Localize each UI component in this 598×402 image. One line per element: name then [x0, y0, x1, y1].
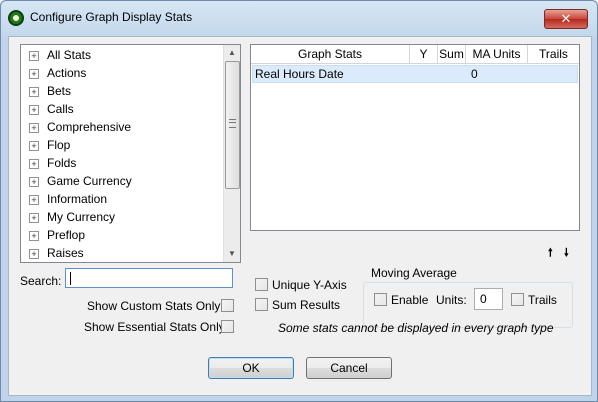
stats-tree[interactable]: + All Stats + Actions + Bets + Calls + C… — [20, 44, 241, 263]
window-title: Configure Graph Display Stats — [30, 10, 193, 24]
expand-icon[interactable]: + — [29, 69, 39, 79]
expand-icon[interactable]: + — [29, 123, 39, 133]
unique-y-label: Unique Y-Axis — [272, 278, 347, 292]
tree-item-label: Preflop — [47, 228, 86, 242]
column-header-graph-stats[interactable]: Graph Stats — [251, 45, 410, 63]
sum-results-checkbox[interactable] — [255, 298, 268, 311]
moving-average-title: Moving Average — [369, 266, 459, 280]
app-icon — [8, 10, 24, 26]
show-essential-checkbox[interactable] — [221, 320, 234, 333]
cancel-button[interactable]: Cancel — [306, 357, 392, 379]
scroll-up-icon[interactable]: ▲ — [224, 45, 240, 61]
cell-graph-stats: Real Hours Date — [255, 67, 344, 81]
tree-scrollbar[interactable]: ▲ ▼ — [223, 45, 240, 262]
expand-icon[interactable]: + — [29, 249, 39, 259]
table-header: Graph Stats Y Sum MA Units Trails — [251, 45, 579, 64]
tree-item-preflop[interactable]: + Preflop — [21, 226, 211, 244]
unique-y-checkbox[interactable] — [255, 278, 268, 291]
search-label: Search: — [20, 274, 62, 288]
tree-item-label: All Stats — [47, 48, 92, 62]
enable-label: Enable — [391, 293, 429, 307]
dialog-body: + All Stats + Actions + Bets + Calls + C… — [8, 36, 592, 396]
scroll-down-icon[interactable]: ▼ — [224, 246, 240, 262]
close-button[interactable]: ✕ — [544, 9, 588, 29]
tree-item-folds[interactable]: + Folds — [21, 154, 211, 172]
tree-item-label: Game Currency — [47, 174, 132, 188]
units-label: Units: — [436, 293, 467, 307]
tree-item-label: Flop — [47, 138, 71, 152]
tree-item-information[interactable]: + Information — [21, 190, 211, 208]
trails-checkbox[interactable] — [511, 293, 524, 306]
tree-item-label: Folds — [47, 156, 77, 170]
expand-icon[interactable]: + — [29, 195, 39, 205]
tree-item-label: My Currency — [47, 210, 116, 224]
info-note: Some stats cannot be displayed in every … — [278, 321, 554, 335]
trails-label: Trails — [528, 293, 557, 307]
expand-icon[interactable]: + — [29, 105, 39, 115]
cell-ma-units: 0 — [471, 67, 478, 81]
tree-item-label: Calls — [47, 102, 74, 116]
expand-icon[interactable]: + — [29, 51, 39, 61]
search-input[interactable] — [65, 268, 233, 288]
column-header-ma-units[interactable]: MA Units — [466, 45, 528, 63]
tree-item-all-stats[interactable]: + All Stats — [21, 46, 211, 64]
expand-icon[interactable]: + — [29, 213, 39, 223]
dialog-window: Configure Graph Display Stats ✕ + All St… — [0, 0, 598, 402]
expand-icon[interactable]: + — [29, 87, 39, 97]
title-bar[interactable]: Configure Graph Display Stats ✕ — [1, 1, 597, 35]
enable-checkbox[interactable] — [374, 293, 387, 306]
column-header-sum[interactable]: Sum — [438, 45, 466, 63]
move-down-icon[interactable]: 🠗 — [564, 244, 569, 263]
scroll-thumb[interactable] — [225, 61, 240, 189]
sum-results-label: Sum Results — [272, 298, 341, 312]
units-input[interactable]: 0 — [474, 288, 503, 310]
expand-icon[interactable]: + — [29, 159, 39, 169]
show-custom-label: Show Custom Stats Only — [87, 299, 221, 313]
graph-stats-table[interactable]: Graph Stats Y Sum MA Units Trails Real H… — [250, 44, 580, 231]
expand-icon[interactable]: + — [29, 231, 39, 241]
tree-item-label: Actions — [47, 66, 87, 80]
ok-button[interactable]: OK — [208, 357, 294, 379]
tree-item-label: Raises — [47, 246, 84, 260]
tree-item-flop[interactable]: + Flop — [21, 136, 211, 154]
column-header-y[interactable]: Y — [410, 45, 438, 63]
tree-item-raises[interactable]: + Raises — [21, 244, 211, 262]
tree-item-my-currency[interactable]: + My Currency — [21, 208, 211, 226]
show-essential-label: Show Essential Stats Only — [84, 320, 225, 334]
tree-item-actions[interactable]: + Actions — [21, 64, 211, 82]
show-custom-checkbox[interactable] — [221, 299, 234, 312]
text-caret — [70, 272, 71, 286]
expand-icon[interactable]: + — [29, 177, 39, 187]
tree-item-bets[interactable]: + Bets — [21, 82, 211, 100]
tree-item-label: Bets — [47, 84, 72, 98]
tree-item-label: Comprehensive — [47, 120, 132, 134]
tree-item-label: Information — [47, 192, 108, 206]
column-header-trails[interactable]: Trails — [528, 45, 579, 63]
grip-icon — [229, 119, 236, 128]
expand-icon[interactable]: + — [29, 141, 39, 151]
table-row[interactable]: Real Hours Date 0 — [252, 65, 578, 83]
tree-item-calls[interactable]: + Calls — [21, 100, 211, 118]
tree-item-comprehensive[interactable]: + Comprehensive — [21, 118, 211, 136]
move-up-icon[interactable]: 🠕 — [548, 244, 553, 263]
tree-item-game-currency[interactable]: + Game Currency — [21, 172, 211, 190]
